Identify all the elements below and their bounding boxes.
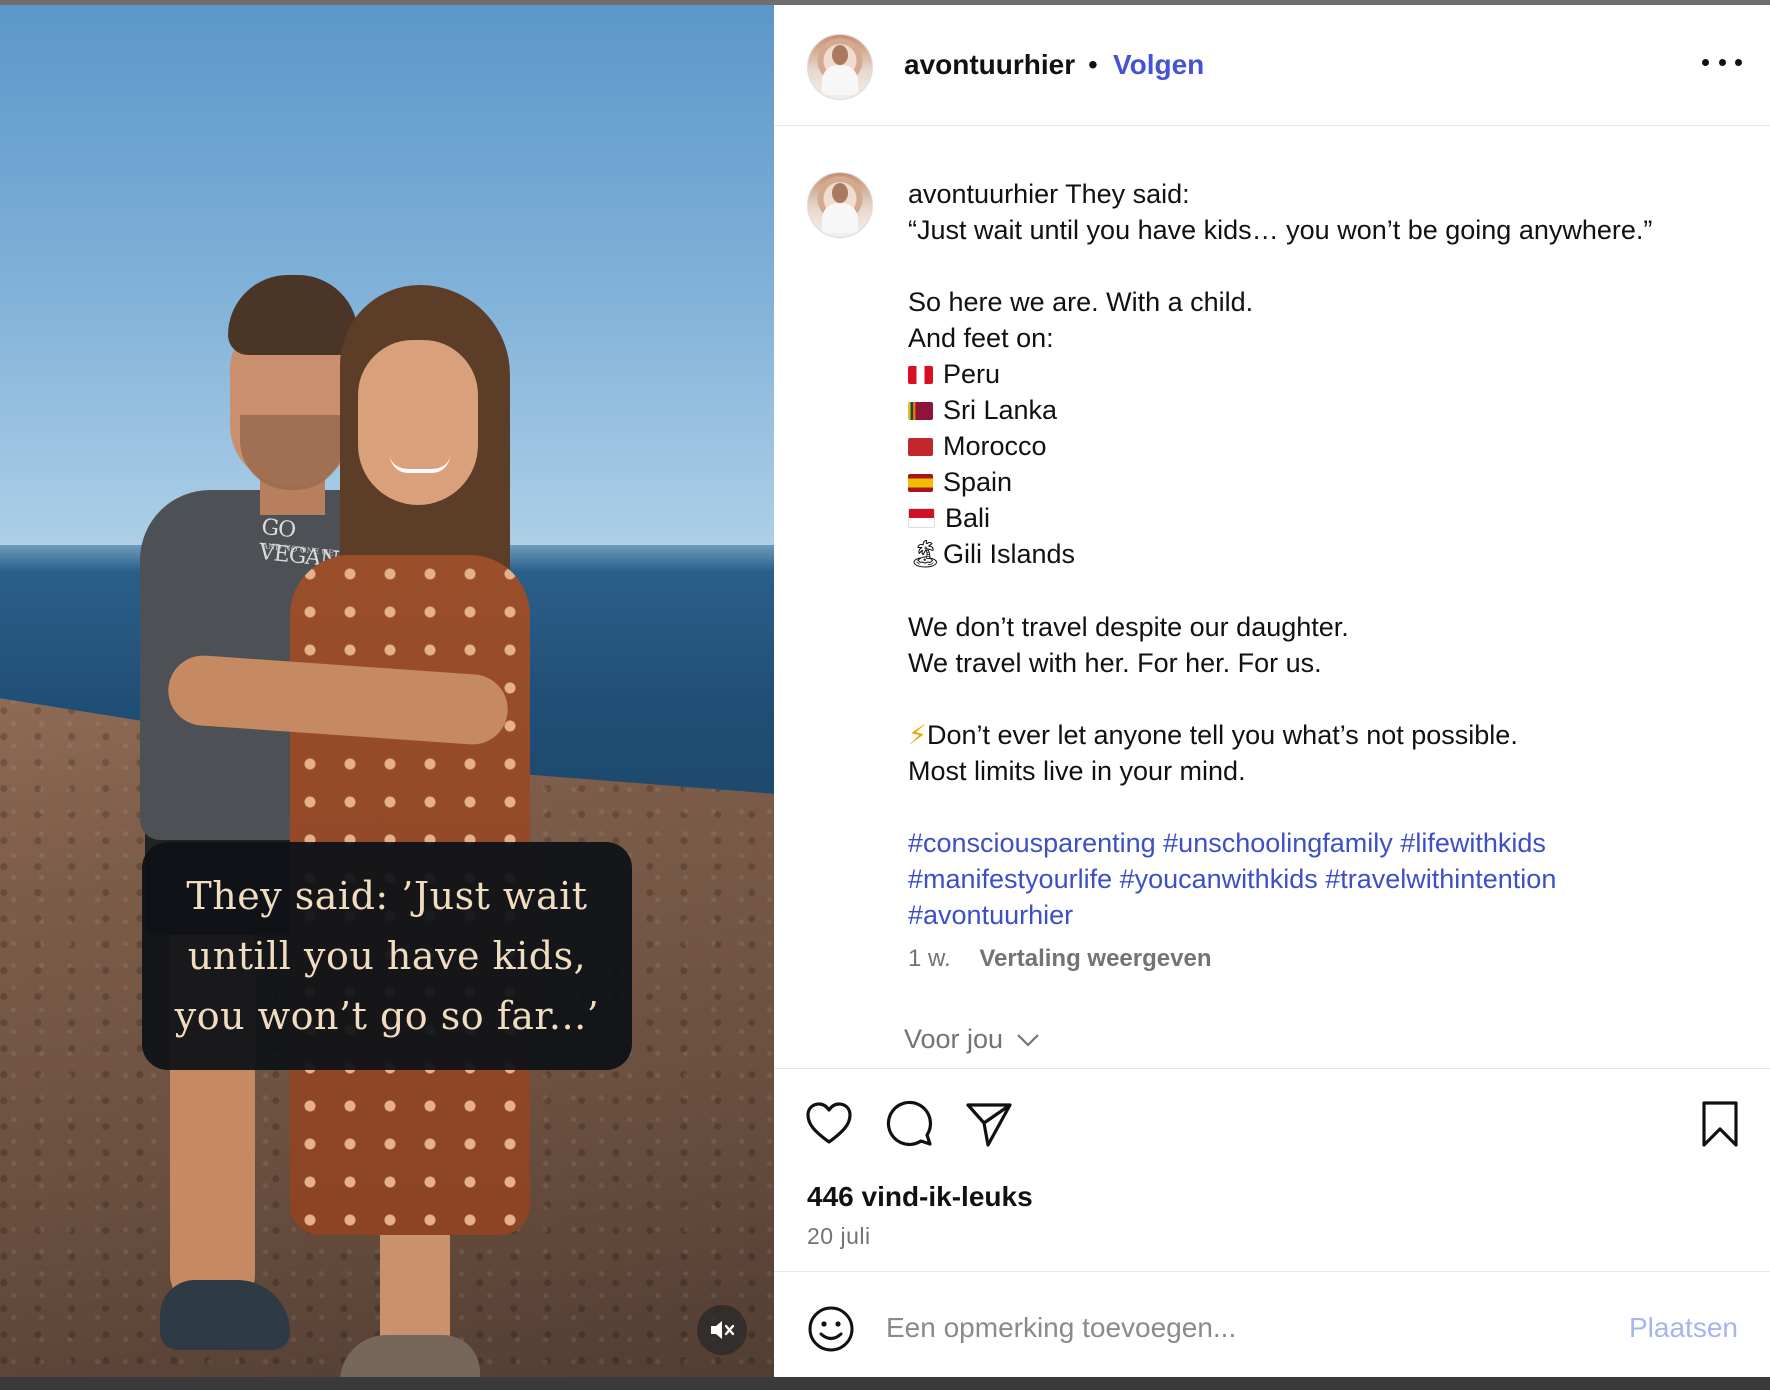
caption-line: And feet on: <box>908 323 1054 353</box>
author-avatar[interactable] <box>807 34 873 100</box>
sri-lanka-flag-icon <box>908 402 933 420</box>
speaker-muted-icon <box>711 1321 735 1339</box>
for-you-label: Voor jou <box>904 1024 1004 1054</box>
header-separator: • <box>1088 49 1098 80</box>
post-age: 1 w. <box>908 945 951 972</box>
destination-item: Bali <box>908 500 1728 536</box>
caption-meta: 1 w. Vertaling weergeven <box>908 945 1211 973</box>
caption-and-comments[interactable]: avontuurhier They said: “Just wait until… <box>774 126 1770 1068</box>
caption-line: We don’t travel despite our daughter. <box>908 612 1349 642</box>
caption-line <box>908 573 1728 609</box>
author-username[interactable]: avontuurhier <box>904 49 1075 81</box>
hashtag-line[interactable]: #avontuurhier <box>908 897 1728 933</box>
peru-flag-icon <box>908 366 933 384</box>
caption-line <box>908 789 1728 825</box>
post-comment-button[interactable]: Plaatsen <box>1629 1312 1738 1344</box>
chevron-down-icon <box>1017 1033 1039 1047</box>
comment-input[interactable] <box>884 1302 1588 1354</box>
like-count[interactable]: 446 vind-ik-leuks <box>807 1181 1033 1213</box>
comment-icon[interactable] <box>884 1099 934 1149</box>
smiley-icon[interactable] <box>807 1305 855 1353</box>
bookmark-icon[interactable] <box>1695 1099 1745 1149</box>
media-overlay-text: They said: ’Just wait untill you have ki… <box>174 874 600 1038</box>
post-media[interactable]: GO VEGAN AND NO ONE GETS HURT They said:… <box>0 5 774 1377</box>
post-header: avontuurhier • Volgen <box>774 5 1770 126</box>
morocco-flag-icon <box>908 438 933 456</box>
destination-item: Peru <box>908 356 1728 392</box>
media-text-overlay: They said: ’Just wait untill you have ki… <box>142 842 632 1070</box>
comment-composer: Plaatsen <box>774 1271 1770 1378</box>
hashtag-line[interactable]: #manifestyourlife #youcanwithkids #trave… <box>908 861 1728 897</box>
destination-item: Sri Lanka <box>908 392 1728 428</box>
post-date: 20 juli <box>807 1223 871 1249</box>
lightning-icon: ⚡ <box>908 720 927 750</box>
browser-bottom-edge <box>0 1377 1770 1390</box>
send-icon[interactable] <box>964 1099 1014 1149</box>
caption-line: Don’t ever let anyone tell you what’s no… <box>926 720 1518 750</box>
caption-line: So here we are. With a child. <box>908 287 1254 317</box>
caption-line <box>908 248 1728 284</box>
mute-button[interactable] <box>697 1305 747 1355</box>
caption-line <box>908 681 1728 717</box>
destination-item: Morocco <box>908 428 1728 464</box>
more-horizontal-icon <box>1702 58 1709 66</box>
more-options-button[interactable] <box>1702 47 1742 77</box>
heart-icon[interactable] <box>804 1099 854 1149</box>
caption-username[interactable]: avontuurhier <box>908 179 1058 209</box>
post-actions: 446 vind-ik-leuks 20 juli <box>774 1068 1770 1269</box>
caption-author-avatar[interactable] <box>807 172 873 238</box>
indonesia-flag-icon <box>908 508 935 528</box>
post-caption: avontuurhier They said: “Just wait until… <box>908 176 1728 933</box>
hashtag-line[interactable]: #consciousparenting #unschoolingfamily #… <box>908 825 1728 861</box>
caption-line: Most limits live in your mind. <box>908 756 1246 786</box>
caption-line: “Just wait until you have kids… you won’… <box>908 215 1653 245</box>
translate-button[interactable]: Vertaling weergeven <box>979 945 1211 972</box>
spain-flag-icon <box>908 474 933 492</box>
post-details-panel: avontuurhier • Volgen avontuurhier They … <box>774 5 1770 1377</box>
for-you-dropdown[interactable]: Voor jou <box>904 1024 1041 1055</box>
woman-figure <box>290 285 560 1377</box>
follow-button[interactable]: Volgen <box>1113 49 1204 81</box>
destination-item: Spain <box>908 464 1728 500</box>
destination-item: 🏝Gili Islands <box>908 536 1728 573</box>
desert-island-icon: 🏝 <box>908 539 943 570</box>
caption-line: We travel with her. For her. For us. <box>908 648 1322 678</box>
caption-line: They said: <box>1065 179 1190 209</box>
